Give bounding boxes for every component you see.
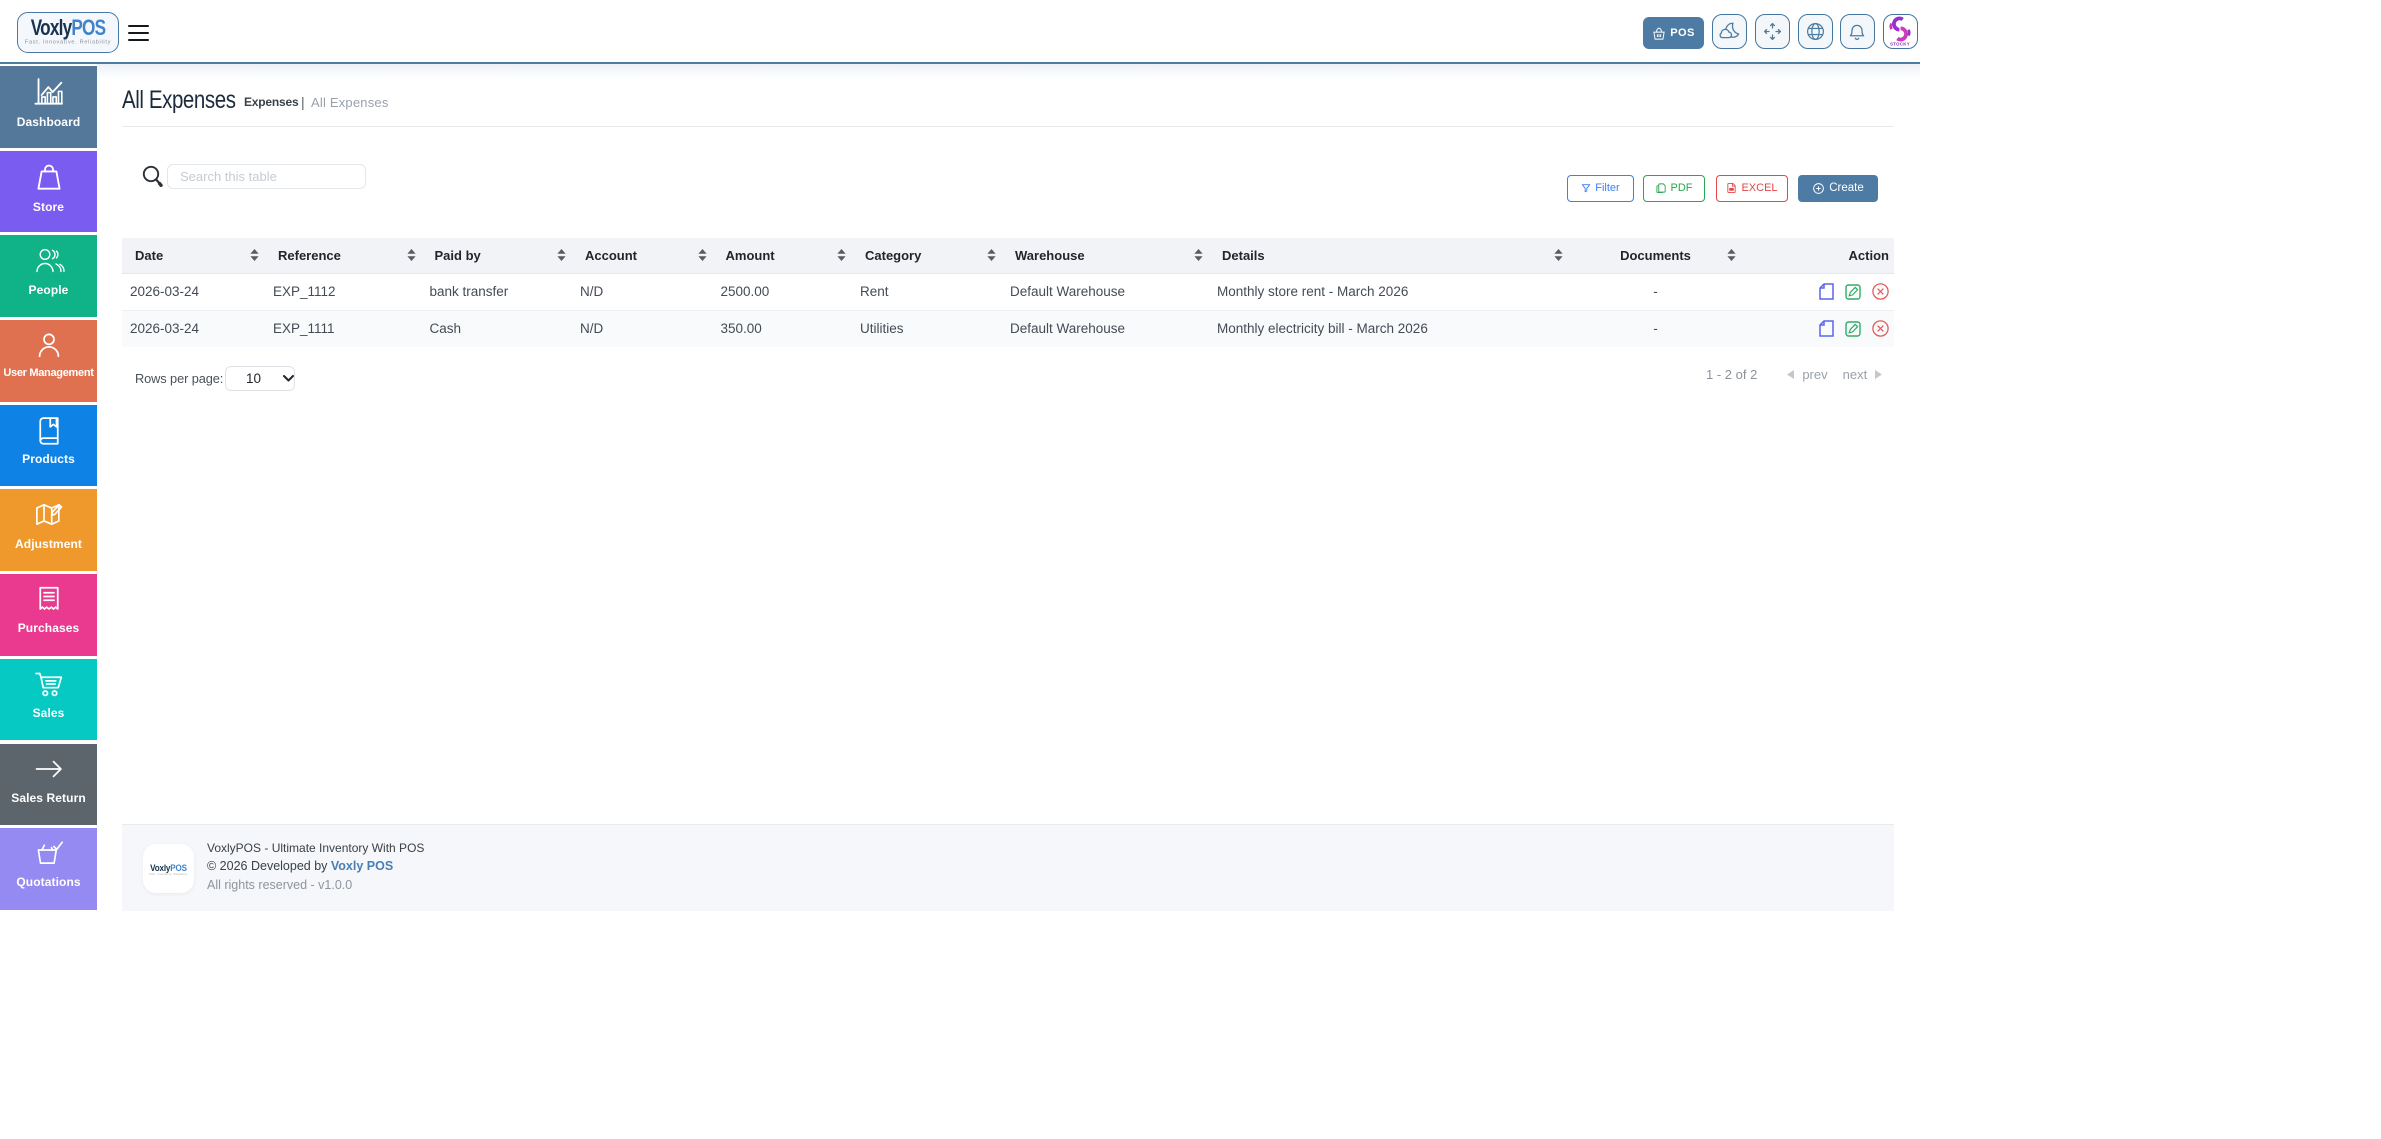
svg-text:STOCKY: STOCKY: [1890, 42, 1910, 47]
